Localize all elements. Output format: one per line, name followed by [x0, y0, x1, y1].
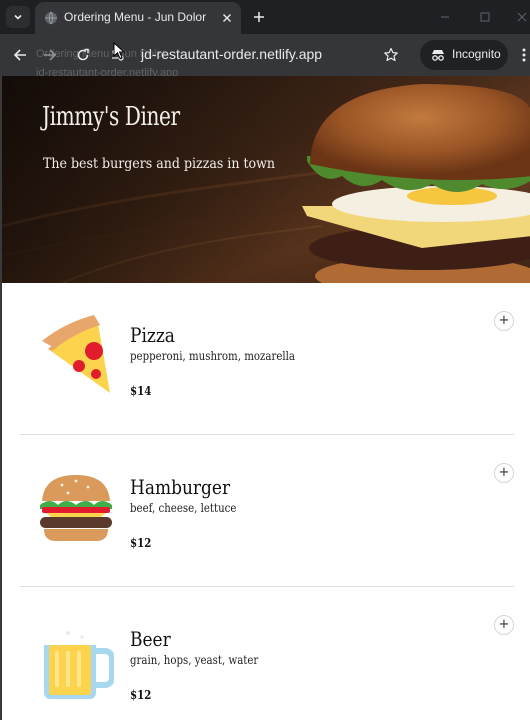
tab-title: Ordering Menu - Jun Dolor — [64, 10, 207, 24]
hero-banner: Jimmy's Diner The best burgers and pizza… — [2, 76, 530, 283]
add-button-label: + — [498, 312, 510, 328]
window-close-button[interactable] — [514, 9, 530, 25]
menu-item-price: $12 — [130, 536, 152, 550]
menu-item-price: $14 — [130, 384, 152, 398]
address-bar[interactable]: jd-restautant-order.netlify.app — [104, 40, 410, 70]
pizza-icon — [42, 315, 110, 393]
back-button[interactable] — [10, 45, 30, 65]
mouse-cursor-icon — [113, 42, 125, 60]
menu-item-pizza: Pizza pepperoni, mushrom, mozarella $14 … — [20, 283, 514, 435]
beer-icon — [44, 622, 114, 699]
chevron-down-icon — [14, 14, 22, 20]
browser-toolbar: jd-restautant-order.netlify.app Incognit… — [0, 34, 530, 76]
arrow-left-icon — [13, 49, 26, 61]
url-text: jd-restautant-order.netlify.app — [141, 46, 323, 62]
menu-item-name: Hamburger — [130, 475, 231, 499]
hamburger-icon — [40, 475, 112, 541]
add-button-label: + — [498, 616, 510, 632]
active-tab[interactable]: Ordering Menu - Jun Dolor — [35, 2, 241, 34]
menu-item-hamburger: Hamburger beef, cheese, lettuce $12 + — [20, 435, 514, 587]
tab-search-button[interactable] — [6, 6, 30, 28]
reload-icon — [77, 48, 89, 61]
maximize-icon — [480, 12, 490, 22]
add-button-label: + — [498, 464, 510, 480]
bookmark-button[interactable] — [381, 45, 401, 65]
menu-item-ingredients: grain, hops, yeast, water — [130, 653, 259, 667]
reload-button[interactable] — [73, 45, 93, 65]
close-tab-button[interactable] — [219, 10, 235, 26]
restaurant-tagline: The best burgers and pizzas in town — [43, 156, 276, 172]
new-tab-button[interactable] — [250, 8, 268, 26]
add-to-order-button[interactable]: + — [494, 311, 514, 331]
arrow-right-icon — [44, 49, 57, 61]
more-vertical-icon — [522, 48, 526, 62]
menu-item-ingredients: pepperoni, mushrom, mozarella — [130, 349, 296, 363]
star-icon — [384, 47, 398, 62]
browser-menu-button[interactable] — [518, 45, 530, 65]
close-icon — [517, 12, 527, 22]
minimize-button[interactable] — [437, 9, 453, 25]
menu-item-price: $12 — [130, 688, 152, 702]
close-icon — [223, 14, 231, 22]
add-to-order-button[interactable]: + — [494, 463, 514, 483]
menu-item-name: Beer — [130, 627, 171, 651]
incognito-icon — [432, 50, 444, 61]
forward-button[interactable] — [40, 45, 60, 65]
browser-tab-strip: Ordering Menu - Jun Dolor — [0, 0, 530, 34]
minimize-icon — [441, 16, 449, 18]
incognito-indicator[interactable]: Incognito — [420, 40, 508, 70]
add-to-order-button[interactable]: + — [494, 615, 514, 635]
plus-icon — [254, 12, 264, 22]
globe-icon — [45, 11, 57, 25]
incognito-label: Incognito — [452, 47, 501, 61]
menu-item-beer: Beer grain, hops, yeast, water $12 + — [20, 587, 514, 720]
restaurant-name: Jimmy's Diner — [42, 102, 180, 132]
menu-item-ingredients: beef, cheese, lettuce — [130, 501, 237, 515]
maximize-button[interactable] — [477, 9, 493, 25]
page-content: Jimmy's Diner The best burgers and pizza… — [0, 76, 530, 720]
menu-item-name: Pizza — [130, 323, 175, 347]
